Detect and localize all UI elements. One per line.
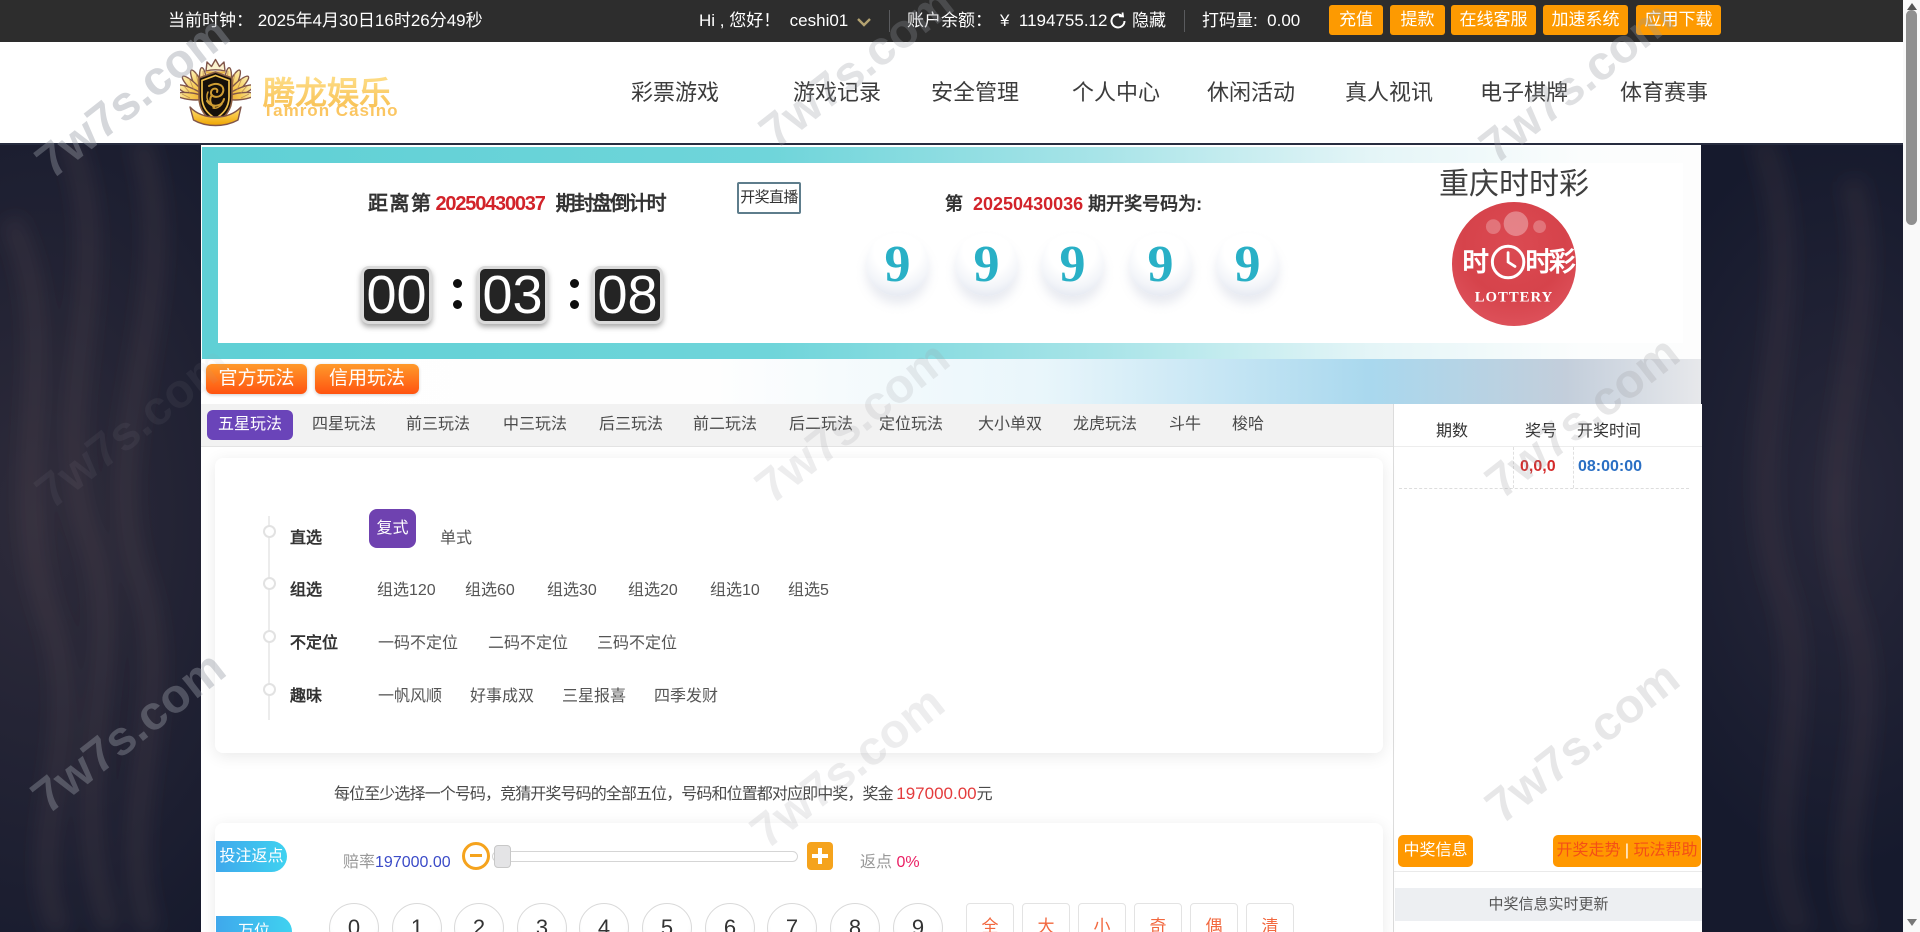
svg-text:彩: 彩 <box>1548 247 1576 277</box>
svg-text:时: 时 <box>1462 247 1489 277</box>
svg-text:LOTTERY: LOTTERY <box>1475 289 1554 305</box>
